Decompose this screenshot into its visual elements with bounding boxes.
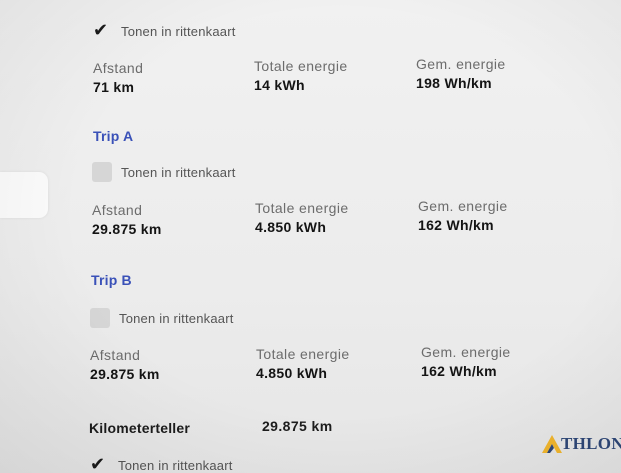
- trips-screen: ✔ Tonen in rittenkaart Afstand 71 km Tot…: [0, 0, 621, 473]
- trip-b-title: Trip B: [91, 272, 132, 288]
- avg-energy-label: Gem. energie: [416, 56, 506, 72]
- odometer-value: 29.875 km: [262, 418, 333, 434]
- current-trip-show-in-map-toggle[interactable]: ✔ Tonen in rittenkaart: [92, 21, 236, 41]
- distance-value: 71 km: [93, 79, 135, 95]
- current-trip-energy: Totale energie 14 kWh: [254, 58, 348, 93]
- current-trip-show-in-map-label: Tonen in rittenkaart: [121, 23, 236, 39]
- avg-energy-value: 162 Wh/km: [418, 217, 494, 233]
- trip-a-title: Trip A: [93, 128, 134, 144]
- trip-a-checkbox[interactable]: [92, 162, 112, 182]
- energy-value: 4.850 kWh: [255, 219, 327, 235]
- trip-a-show-in-map-label: Tonen in rittenkaart: [121, 164, 236, 180]
- distance-label: Afstand: [90, 347, 141, 363]
- distance-value: 29.875 km: [90, 366, 160, 382]
- trip-b-checkbox[interactable]: [90, 308, 110, 328]
- odometer-label: Kilometerteller: [89, 420, 191, 436]
- trip-b-show-in-map-label: Tonen in rittenkaart: [119, 310, 234, 326]
- current-trip-avg-energy: Gem. energie 198 Wh/km: [416, 56, 506, 91]
- trip-b-distance: Afstand 29.875 km: [90, 347, 160, 382]
- distance-label: Afstand: [93, 60, 144, 76]
- trip-a-show-in-map-toggle[interactable]: Tonen in rittenkaart: [92, 162, 236, 182]
- energy-value: 14 kWh: [254, 77, 305, 93]
- avg-energy-value: 198 Wh/km: [416, 75, 492, 91]
- current-trip-checkbox[interactable]: ✔: [92, 21, 112, 41]
- energy-label: Totale energie: [256, 346, 350, 362]
- side-panel-handle[interactable]: [0, 172, 48, 218]
- odometer-show-in-map-label: Tonen in rittenkaart: [118, 457, 233, 473]
- avg-energy-label: Gem. energie: [421, 344, 511, 360]
- energy-label: Totale energie: [255, 200, 349, 216]
- checkmark-icon: ✔: [90, 454, 106, 473]
- distance-value: 29.875 km: [92, 221, 162, 237]
- trip-b-energy: Totale energie 4.850 kWh: [256, 346, 350, 381]
- checkmark-icon: ✔: [93, 20, 109, 41]
- trip-a-avg-energy: Gem. energie 162 Wh/km: [418, 198, 508, 233]
- distance-label: Afstand: [92, 202, 143, 218]
- odometer-checkbox[interactable]: ✔: [89, 455, 109, 473]
- current-trip-distance: Afstand 71 km: [93, 60, 143, 95]
- avg-energy-label: Gem. energie: [418, 198, 508, 214]
- trip-a-energy: Totale energie 4.850 kWh: [255, 200, 349, 235]
- trip-b-show-in-map-toggle[interactable]: Tonen in rittenkaart: [90, 308, 234, 328]
- trip-a-distance: Afstand 29.875 km: [92, 202, 162, 237]
- energy-label: Totale energie: [254, 58, 348, 74]
- trip-b-avg-energy: Gem. energie 162 Wh/km: [421, 344, 511, 379]
- athlon-watermark-text: THLON: [561, 434, 621, 453]
- energy-value: 4.850 kWh: [256, 365, 328, 381]
- avg-energy-value: 162 Wh/km: [421, 363, 497, 379]
- athlon-logo-icon: [542, 435, 562, 453]
- odometer-show-in-map-toggle[interactable]: ✔ Tonen in rittenkaart: [89, 455, 233, 473]
- athlon-watermark: THLON: [541, 434, 621, 454]
